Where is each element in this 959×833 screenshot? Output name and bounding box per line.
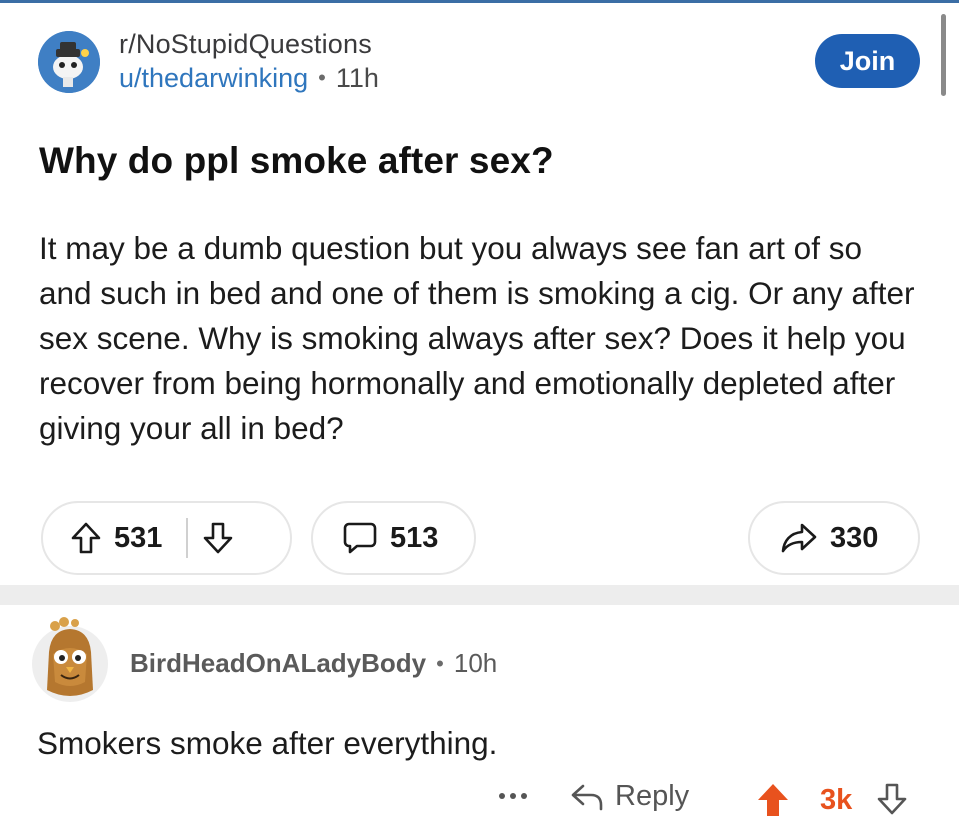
snoo-avatar-icon [38,31,100,93]
owl-avatar-icon [32,617,108,702]
section-divider [0,585,959,605]
upvote-count: 531 [114,521,163,554]
reply-button[interactable]: Reply [569,780,689,813]
comment-actions: Reply 3k [0,770,959,830]
upvote-filled-icon[interactable] [756,782,790,823]
speech-bubble-icon [342,521,378,555]
post-author[interactable]: u/thedarwinking [119,60,308,96]
comment-score: 3k [820,784,853,816]
vote-pill: 531 [41,501,292,575]
downvote-icon[interactable] [202,521,234,555]
share-count: 330 [830,521,879,554]
subreddit-avatar-icon[interactable] [38,31,100,93]
comment-author[interactable]: BirdHeadOnALadyBody [130,648,426,679]
subreddit-name[interactable]: r/NoStupidQuestions [119,28,379,60]
comment-meta-separator: • [436,650,444,676]
share-button[interactable]: 330 [748,501,920,575]
comment-author-line: BirdHeadOnALadyBody • 10h [130,648,497,679]
reply-label: Reply [615,780,690,812]
reply-arrow-icon [569,782,605,812]
post-body: It may be a dumb question but you always… [39,230,915,446]
share-arrow-icon [780,522,818,554]
more-options-icon[interactable] [498,788,528,806]
comment-avatar[interactable] [31,612,109,702]
comment-text: Smokers smoke after everything. [37,725,498,761]
meta-separator: • [318,65,326,90]
comment-count: 513 [390,521,439,554]
comments-button[interactable]: 513 [311,501,476,575]
comment-downvote-icon[interactable] [876,782,908,821]
vote-separator [186,518,189,558]
post-header: r/NoStupidQuestions u/thedarwinking • 11… [38,28,379,96]
post-title[interactable]: Why do ppl smoke after sex? [39,140,554,182]
upvote-icon[interactable] [70,521,102,555]
join-button[interactable]: Join [815,34,920,88]
top-border [0,0,959,3]
post-age: 11h [335,63,379,93]
scrollbar[interactable] [941,14,946,96]
comment-age: 10h [453,648,498,678]
